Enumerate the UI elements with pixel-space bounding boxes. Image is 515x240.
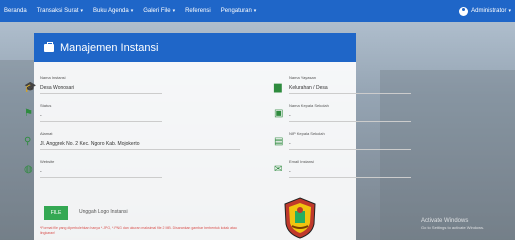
graduation-cap-icon: 🎓 <box>24 82 37 93</box>
nav-transaksi-surat[interactable]: Transaksi Surat ▾ <box>37 8 83 14</box>
upload-warning-text: *Format file yang diperbolehkan hanya *.… <box>40 226 237 235</box>
nav-referensi[interactable]: Referensi <box>185 8 211 14</box>
nav-galeri-file[interactable]: Galeri File ▾ <box>143 8 175 14</box>
caret-down-icon: ▾ <box>80 8 83 14</box>
contact-card-icon: ▣ <box>274 108 284 119</box>
user-circle-icon <box>459 6 469 16</box>
globe-icon: ◍ <box>24 164 33 175</box>
field-nip-kepala[interactable]: NIP Kepala Sekolah - <box>289 131 411 150</box>
instansi-card: Manajemen Instansi 🎓 Nama Instansi Desa … <box>24 33 411 240</box>
windows-activation-watermark: Activate Windows Go to Settings to activ… <box>421 218 485 230</box>
nav-buku-agenda[interactable]: Buku Agenda ▾ <box>93 8 133 14</box>
file-upload-button[interactable]: FILE <box>44 206 68 220</box>
nav-pengaturan[interactable]: Pengaturan ▾ <box>221 8 257 14</box>
user-menu[interactable]: Administrator ▾ <box>459 0 511 22</box>
flag-icon: ⚑ <box>24 108 33 119</box>
field-nama-instansi[interactable]: Nama Instansi Desa Wonosari <box>40 75 162 94</box>
field-alamat[interactable]: Alamat Jl. Anggrek No. 2 Kec. Ngoro Kab.… <box>40 131 240 150</box>
envelope-icon: ✉ <box>274 164 283 175</box>
caret-down-icon: ▾ <box>508 8 511 14</box>
field-email[interactable]: Email Instansi - <box>289 159 411 178</box>
id-badge-icon: ▤ <box>274 136 284 147</box>
page-title: Manajemen Instansi <box>60 41 159 54</box>
caret-down-icon: ▾ <box>130 8 134 14</box>
file-upload-label: Unggah Logo Instansi <box>79 209 128 215</box>
map-marker-icon: ⚲ <box>24 136 32 147</box>
caret-down-icon: ▾ <box>172 8 176 14</box>
briefcase-icon <box>44 41 54 52</box>
caret-down-icon: ▾ <box>253 8 257 14</box>
field-nama-yayasan[interactable]: Nama Yayasan Kelurahan / Desa <box>289 75 411 94</box>
building-icon: ▆ <box>274 82 282 93</box>
nav-beranda[interactable]: Beranda <box>4 8 27 14</box>
field-nama-kepala[interactable]: Nama Kepala Sekolah - <box>289 103 411 122</box>
instansi-logo <box>284 197 316 239</box>
field-website[interactable]: Website - <box>40 159 162 178</box>
card-header: Manajemen Instansi <box>34 33 356 62</box>
field-status[interactable]: Status - <box>40 103 162 122</box>
navbar: Beranda Transaksi Surat ▾ Buku Agenda ▾ Ga… <box>0 0 515 22</box>
